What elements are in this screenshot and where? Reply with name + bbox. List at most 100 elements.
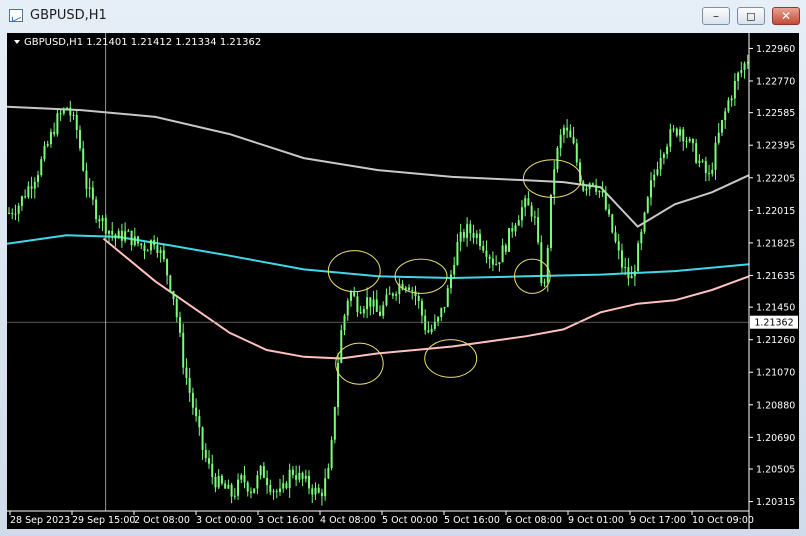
y-tick-label: 1.21450 xyxy=(756,303,795,314)
candle-body xyxy=(475,233,478,238)
candle-body xyxy=(91,187,94,200)
x-tick-label: 2 Oct 08:00 xyxy=(134,515,190,526)
candle-body xyxy=(640,231,643,244)
candle-body xyxy=(159,250,162,254)
candle-body xyxy=(595,184,598,192)
candle-body xyxy=(479,233,482,246)
annotation-ellipse xyxy=(424,339,478,378)
candle-body xyxy=(543,282,546,284)
candle-body xyxy=(459,232,462,242)
minimize-button[interactable]: – xyxy=(702,7,730,25)
candle-body xyxy=(682,129,685,142)
x-tick-label: 29 Sep 15:00 xyxy=(72,515,135,526)
title-bar[interactable]: GBPUSD,H1 – ◻ ✕ xyxy=(0,0,806,32)
candle-body xyxy=(575,143,578,163)
collapse-triangle-icon[interactable] xyxy=(14,40,20,44)
candle-body xyxy=(495,263,498,265)
candle-body xyxy=(188,377,191,393)
candle-body xyxy=(443,306,446,309)
candle-body xyxy=(540,242,543,283)
candle-body xyxy=(656,169,659,175)
candle-body xyxy=(362,309,365,314)
terminal-window: GBPUSD,H1 – ◻ ✕ 1.22960 1.22770 1.22585 1.2… xyxy=(0,0,806,536)
candle-body xyxy=(237,479,240,496)
candle-body xyxy=(388,293,391,295)
candle-body xyxy=(46,144,49,146)
y-tick-label: 1.21070 xyxy=(756,368,795,379)
candle-body xyxy=(37,175,40,182)
candle-body xyxy=(620,250,623,268)
candle-body xyxy=(659,157,662,170)
candle-body xyxy=(524,198,527,208)
candle-body xyxy=(685,141,688,143)
candle-body xyxy=(724,111,727,121)
candle-body xyxy=(269,485,272,493)
candle-body xyxy=(275,491,278,493)
candle-body xyxy=(562,127,565,135)
y-tick-label: 1.22585 xyxy=(756,108,795,119)
price-chart[interactable]: 1.22960 1.22770 1.22585 1.22395 1.22205 1.220… xyxy=(7,33,799,529)
candle-body xyxy=(517,220,520,226)
candle-body xyxy=(30,186,33,189)
candle-body xyxy=(449,274,452,289)
candle-body xyxy=(349,291,352,301)
candle-body xyxy=(27,186,30,198)
candle-body xyxy=(427,330,430,333)
candle-body xyxy=(746,61,749,64)
candle-body xyxy=(130,230,133,246)
candle-body xyxy=(591,183,594,185)
x-tick-label: 5 Oct 00:00 xyxy=(382,515,438,526)
candle-body xyxy=(585,188,588,191)
candle-body xyxy=(675,128,678,136)
x-tick-label: 4 Oct 08:00 xyxy=(320,515,376,526)
candle-body xyxy=(688,139,691,142)
candle-body xyxy=(220,475,223,484)
candle-body xyxy=(62,108,65,114)
chart-area[interactable]: 1.22960 1.22770 1.22585 1.22395 1.22205 1.220… xyxy=(7,33,799,529)
candle-body xyxy=(379,311,381,316)
candle-body xyxy=(375,299,378,312)
candle-body xyxy=(72,114,75,116)
candle-body xyxy=(117,231,120,239)
candle-body xyxy=(572,137,575,144)
candle-body xyxy=(733,81,736,99)
candle-body xyxy=(466,224,469,238)
candle-body xyxy=(14,213,17,215)
candle-body xyxy=(556,148,559,170)
candle-body xyxy=(249,491,252,493)
candle-body xyxy=(278,488,281,492)
candle-body xyxy=(314,487,317,495)
candle-body xyxy=(643,212,646,232)
candle-body xyxy=(633,271,636,277)
candle-body xyxy=(720,120,723,133)
candle-body xyxy=(537,217,540,243)
candle-body xyxy=(214,476,217,488)
candle-body xyxy=(327,467,330,479)
close-button[interactable]: ✕ xyxy=(772,7,800,25)
candle-body xyxy=(40,159,43,176)
candle-body xyxy=(8,212,10,214)
restore-button[interactable]: ◻ xyxy=(737,7,765,25)
candle-body xyxy=(637,243,640,272)
candle-body xyxy=(20,196,23,206)
candle-body xyxy=(527,198,530,206)
candle-body xyxy=(114,234,117,239)
candle-body xyxy=(469,224,472,233)
x-tick-label: 9 Oct 01:00 xyxy=(568,515,624,526)
candle-body xyxy=(120,231,123,241)
candle-body xyxy=(153,240,156,246)
candle-body xyxy=(672,128,675,130)
candle-body xyxy=(272,491,275,493)
candle-body xyxy=(304,475,307,479)
candle-body xyxy=(124,231,127,241)
candle-body xyxy=(291,469,294,476)
candle-body xyxy=(549,194,552,248)
candle-body xyxy=(743,63,746,70)
candle-body xyxy=(511,228,514,232)
candle-body xyxy=(582,181,585,191)
candle-body xyxy=(337,362,340,408)
x-tick-label: 6 Oct 08:00 xyxy=(506,515,562,526)
candle-body xyxy=(385,294,388,306)
candle-body xyxy=(346,300,349,316)
candle-body xyxy=(711,169,714,174)
